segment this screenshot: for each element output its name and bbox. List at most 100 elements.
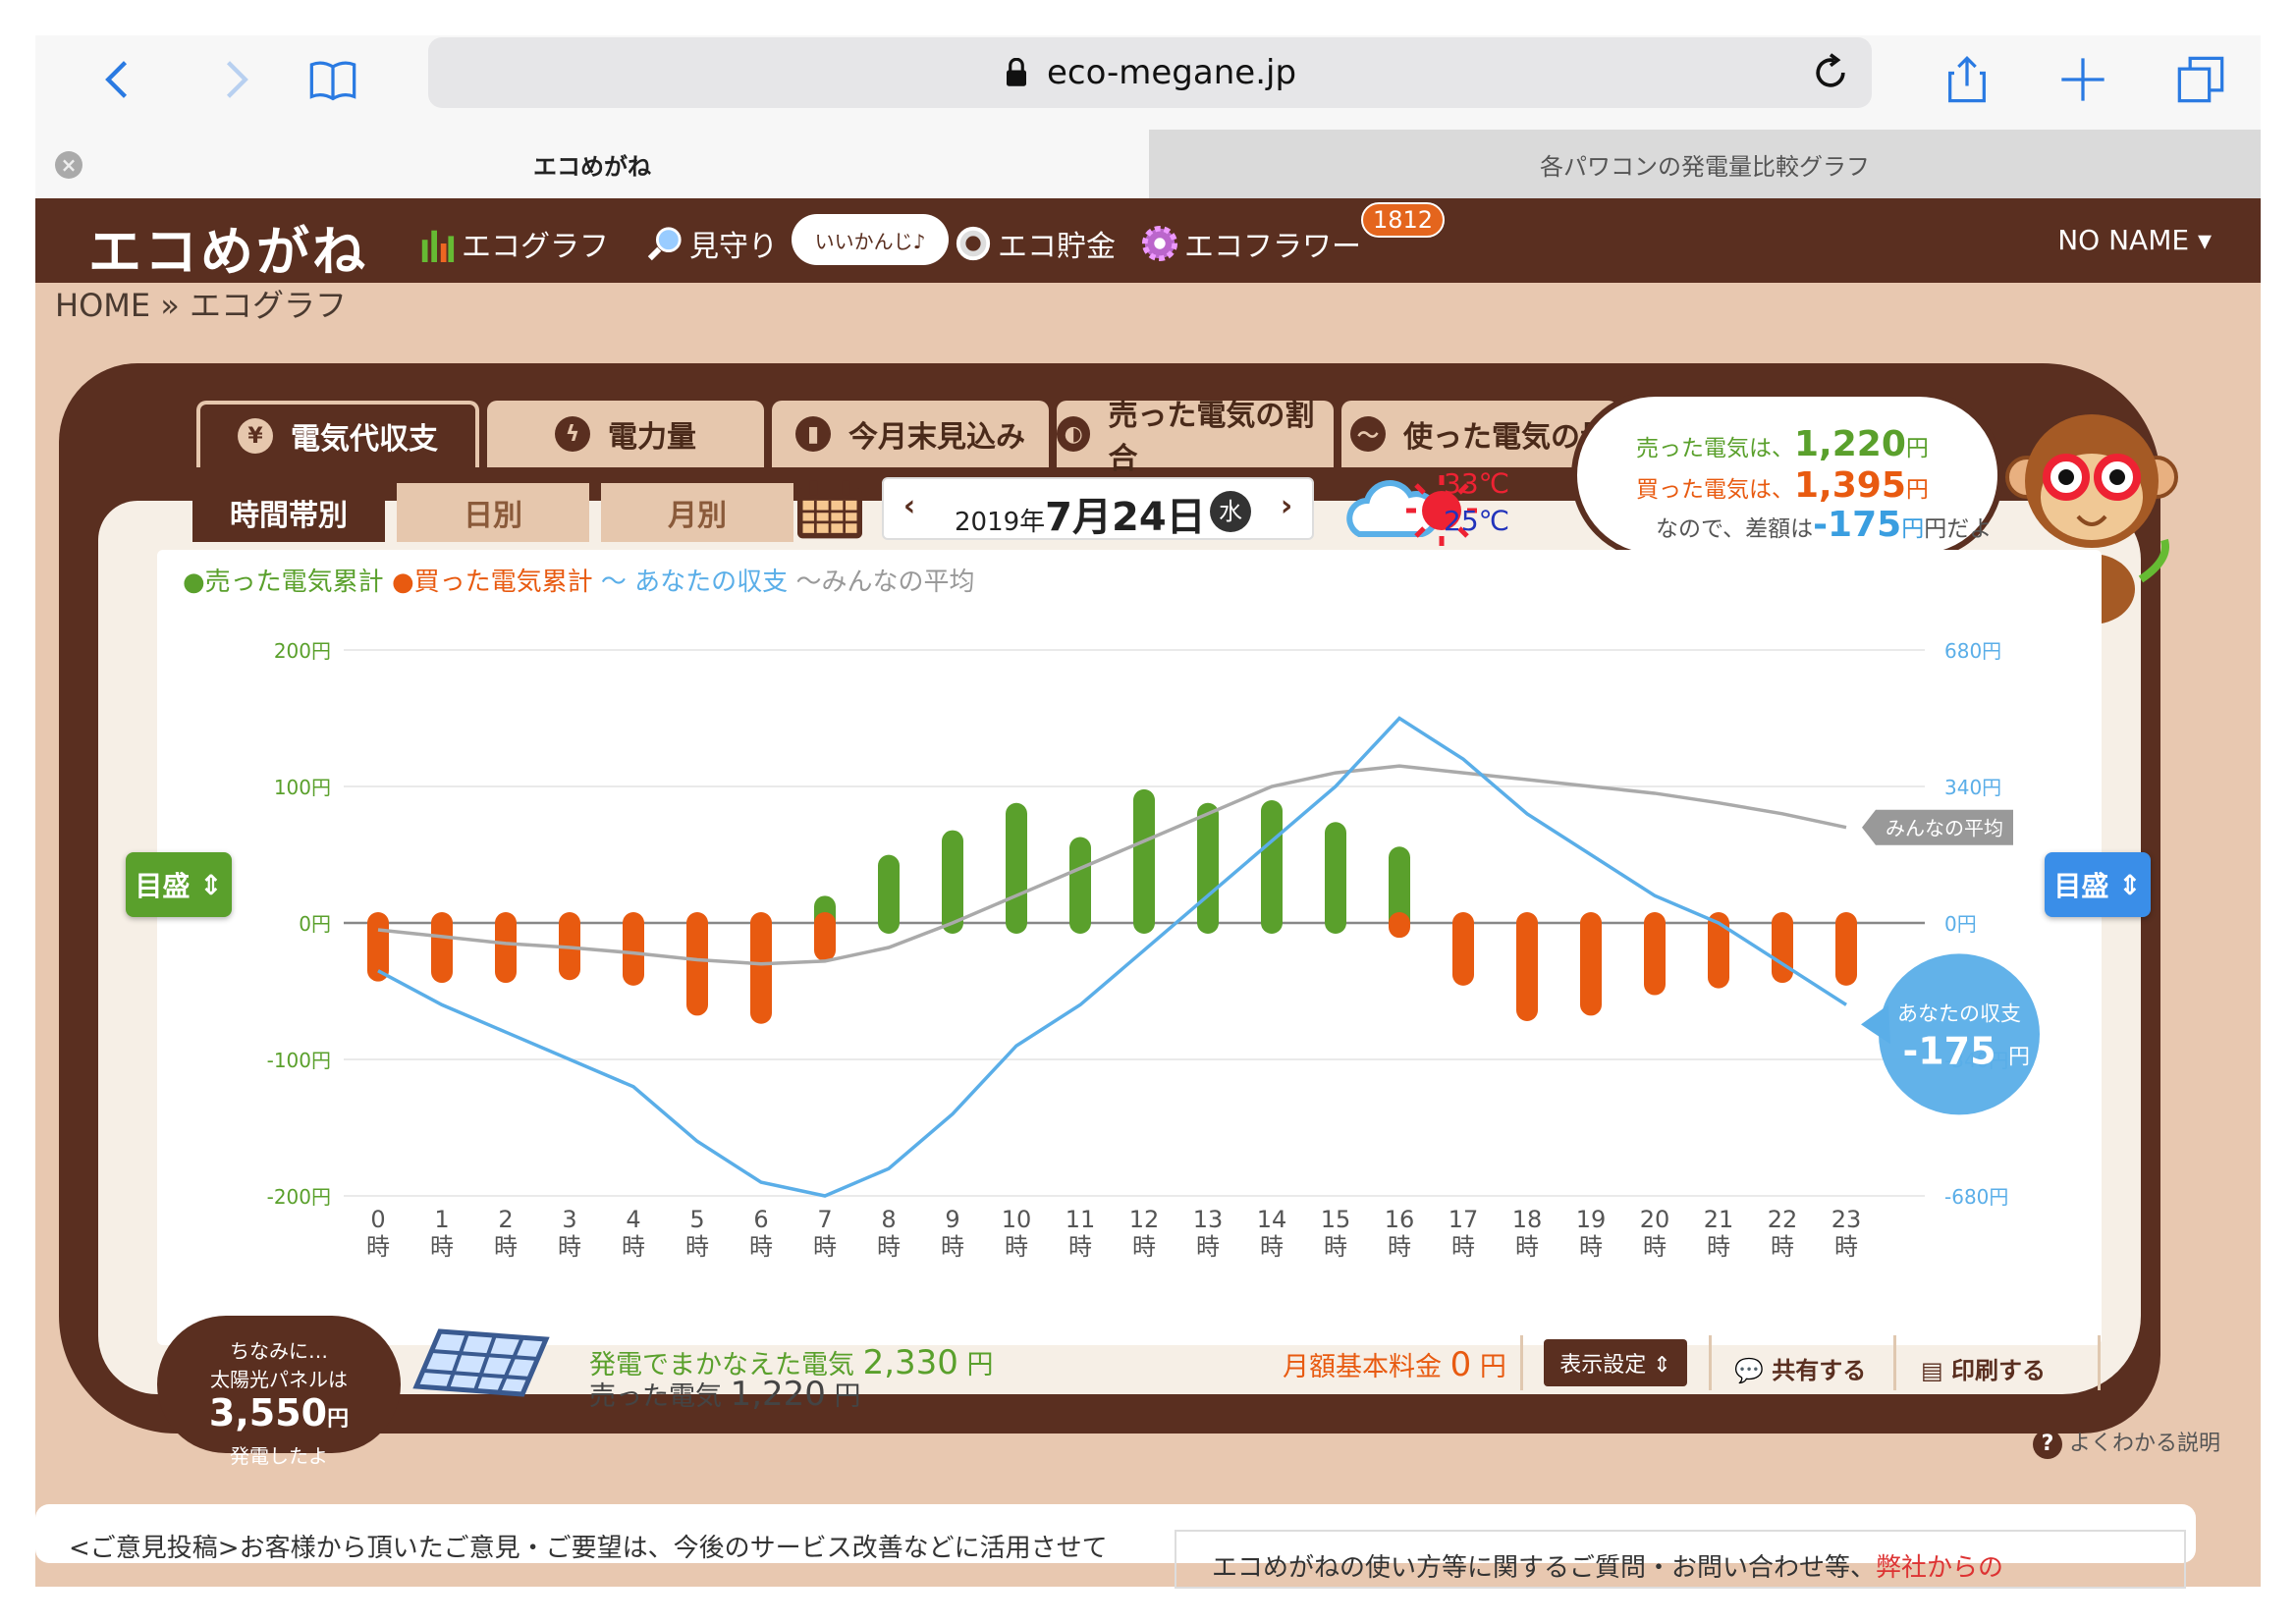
nav-label: エコフラワー xyxy=(1184,230,1361,264)
x-tick-suffix: 時 xyxy=(494,1233,518,1261)
display-settings-button[interactable]: 表示設定 ⇕ xyxy=(1544,1339,1687,1386)
x-tick-label: 17 xyxy=(1449,1206,1479,1233)
balance-tag-unit: 円 xyxy=(2008,1045,2030,1069)
subtab-daily[interactable]: 日別 xyxy=(397,483,589,542)
forward-icon[interactable] xyxy=(200,45,269,114)
nav-label: エコグラフ xyxy=(462,230,609,264)
site-nav: エコめがね エコグラフ 見守り いいかんじ♪ エコ貯金 エコフラワー 1812 … xyxy=(35,198,2261,283)
balance-tag-value: -175 xyxy=(1902,1029,1995,1072)
bar-chart-icon xyxy=(421,230,455,262)
divider xyxy=(2098,1335,2101,1390)
average-tag-label: みんなの平均 xyxy=(1886,817,2003,840)
x-tick-suffix: 時 xyxy=(813,1233,837,1261)
tabs-icon[interactable] xyxy=(2166,45,2235,114)
speech-icon: 💬 xyxy=(1734,1357,1764,1384)
x-tick-suffix: 時 xyxy=(1388,1233,1411,1261)
reload-icon[interactable] xyxy=(1809,51,1852,94)
print-icon: ▤ xyxy=(1921,1357,1943,1384)
tab-label: 電気代収支 xyxy=(291,422,438,457)
x-tick-suffix: 時 xyxy=(366,1233,390,1261)
x-tick-suffix: 時 xyxy=(1643,1233,1667,1261)
tab-sold-ratio[interactable]: ◐ 売った電気の割合 xyxy=(1057,399,1334,476)
x-tick-label: 4 xyxy=(626,1206,640,1233)
browser-tabs: × エコめがね 各パワコンの発電量比較グラフ xyxy=(35,130,2261,198)
left-scale-button[interactable]: 目盛 ⇕ xyxy=(126,852,232,917)
x-tick-suffix: 時 xyxy=(1260,1233,1284,1261)
yen-icon: ¥ xyxy=(238,418,273,454)
tab-month-forecast[interactable]: ▮ 今月末見込み xyxy=(772,401,1049,467)
help-link[interactable]: ? よくわかる説明 xyxy=(2033,1426,2220,1459)
x-tick-suffix: 時 xyxy=(877,1233,901,1261)
url-text: eco-megane.jp xyxy=(1046,53,1297,92)
browser-tab[interactable]: 各パワコンの発電量比較グラフ xyxy=(1149,130,2261,198)
balance-chart: 200円680円100円340円0円0円-100円-340円-200円-680円… xyxy=(267,639,2040,1261)
share-button[interactable]: 💬 共有する xyxy=(1734,1351,1866,1385)
back-icon[interactable] xyxy=(84,45,153,114)
subtab-monthly[interactable]: 月別 xyxy=(601,483,793,542)
divider xyxy=(1893,1335,1896,1390)
status-bubble: いいかんじ♪ xyxy=(792,214,949,265)
x-tick-suffix: 時 xyxy=(1068,1233,1092,1261)
y-tick-right: 340円 xyxy=(1944,776,2001,799)
x-tick-label: 18 xyxy=(1512,1206,1543,1233)
x-tick-suffix: 時 xyxy=(1132,1233,1156,1261)
x-tick-label: 8 xyxy=(881,1206,896,1233)
lightning-icon: ϟ xyxy=(555,416,590,452)
new-tab-icon[interactable] xyxy=(2049,45,2117,114)
browser-tab-active[interactable]: × エコめがね xyxy=(35,130,1149,198)
inquiry-link[interactable]: 弊社からの xyxy=(1876,1553,2003,1583)
print-button[interactable]: ▤ 印刷する xyxy=(1921,1351,2046,1385)
lock-icon xyxy=(1006,58,1026,86)
magnifier-icon xyxy=(647,227,682,261)
nav-eco-savings[interactable]: エコ貯金 xyxy=(955,222,1116,265)
coin-icon xyxy=(956,226,991,261)
x-tick-label: 0 xyxy=(370,1206,385,1233)
x-tick-suffix: 時 xyxy=(1005,1233,1028,1261)
calendar-icon[interactable] xyxy=(793,477,866,542)
nav-eco-graph[interactable]: エコグラフ xyxy=(418,222,609,265)
x-tick-suffix: 時 xyxy=(941,1233,964,1261)
divider xyxy=(1520,1335,1523,1390)
bookmarks-icon[interactable] xyxy=(299,45,367,114)
x-tick-label: 19 xyxy=(1576,1206,1607,1233)
url-bar[interactable]: eco-megane.jp xyxy=(428,37,1872,108)
tab-label: 電力量 xyxy=(608,420,696,455)
y-tick-left: 0円 xyxy=(299,912,331,936)
nav-eco-flower[interactable]: エコフラワー xyxy=(1141,222,1361,265)
x-tick-suffix: 時 xyxy=(1196,1233,1220,1261)
diff-summary: なので、差額は-175円円だよ xyxy=(1656,505,1993,545)
nav-label: 見守り xyxy=(689,230,778,264)
prev-day-button[interactable]: ‹ xyxy=(890,489,929,528)
average-line xyxy=(377,764,1847,966)
site-logo[interactable]: エコめがね xyxy=(88,208,368,286)
share-icon[interactable] xyxy=(1933,45,2001,114)
x-tick-label: 23 xyxy=(1831,1206,1862,1233)
solar-line2: 太陽光パネルは xyxy=(210,1368,348,1391)
chart-icon: ▮ xyxy=(795,416,831,452)
x-tick-suffix: 時 xyxy=(1771,1233,1794,1261)
x-tick-label: 13 xyxy=(1193,1206,1224,1233)
x-tick-label: 21 xyxy=(1704,1206,1734,1233)
tab-electricity-balance[interactable]: ¥ 電気代収支 xyxy=(196,401,479,467)
x-tick-label: 16 xyxy=(1385,1206,1415,1233)
x-tick-label: 11 xyxy=(1066,1206,1096,1233)
tab-power[interactable]: ϟ 電力量 xyxy=(487,401,764,467)
breadcrumb[interactable]: HOME » エコグラフ xyxy=(55,281,347,326)
subtab-hourly[interactable]: 時間帯別 xyxy=(192,483,385,542)
user-menu[interactable]: NO NAME ▾ xyxy=(2057,224,2212,256)
sold-summary: 売った電気は、1,220円 xyxy=(1636,424,1929,464)
x-tick-label: 1 xyxy=(434,1206,449,1233)
date-display: 2019年7月24日 xyxy=(955,495,1206,540)
summary-bubble: 売った電気は、1,220円 買った電気は、1,395円 なので、差額は-175円… xyxy=(1571,391,2003,560)
next-day-button[interactable]: › xyxy=(1267,489,1306,528)
y-tick-left: -100円 xyxy=(267,1049,331,1072)
close-tab-icon[interactable]: × xyxy=(55,151,82,179)
y-tick-left: -200円 xyxy=(267,1185,331,1209)
x-tick-suffix: 時 xyxy=(749,1233,773,1261)
x-tick-suffix: 時 xyxy=(1515,1233,1539,1261)
inquiry-text: エコめがねの使い方等に関するご質問・お問い合わせ等、 xyxy=(1212,1553,1877,1583)
right-scale-button[interactable]: 目盛 ⇕ xyxy=(2045,852,2151,917)
pie-icon: ◐ xyxy=(1057,416,1091,452)
x-tick-label: 2 xyxy=(498,1206,513,1233)
nav-mimamori[interactable]: 見守り xyxy=(646,222,778,265)
